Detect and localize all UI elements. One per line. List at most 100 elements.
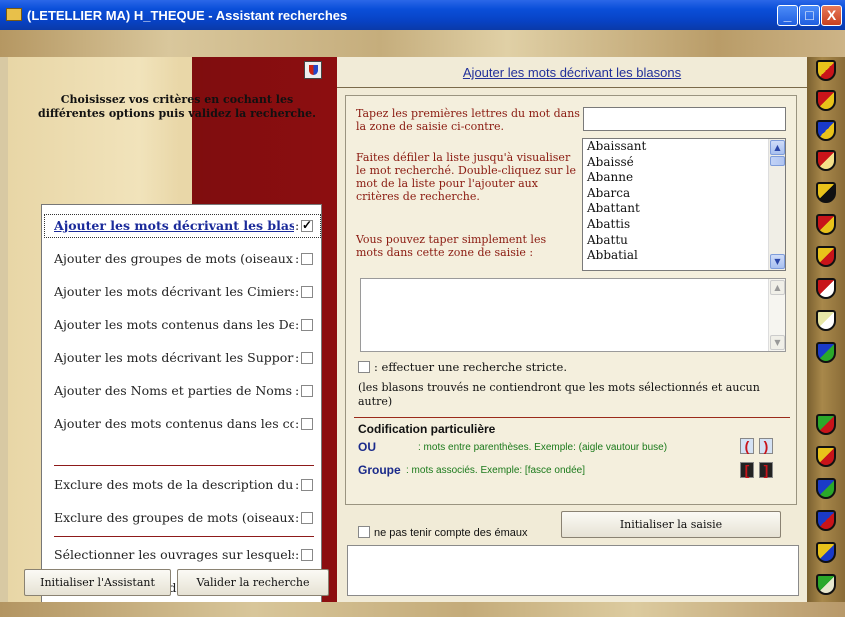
option-label[interactable]: Exclure des mots de la description du: [54, 477, 294, 492]
ignore-enamels-option[interactable]: ne pas tenir compte des émaux: [358, 526, 527, 539]
option-row[interactable]: Ajouter des mots contenus dans les comme…: [42, 410, 323, 438]
option-checkbox[interactable]: [301, 549, 313, 561]
scroll-up-icon[interactable]: ▲: [770, 140, 785, 155]
scroll-down-icon[interactable]: ▼: [770, 254, 785, 269]
option-label[interactable]: Ajouter les mots décrivant les blasons: [54, 218, 294, 233]
list-item[interactable]: Abattu: [583, 233, 785, 249]
list-item[interactable]: Abarca: [583, 186, 785, 202]
scroll-down-icon[interactable]: ▼: [770, 335, 785, 350]
scroll-thumb[interactable]: [770, 156, 785, 166]
list-item[interactable]: Abbatial: [583, 248, 785, 264]
list-scrollbar[interactable]: ▲ ▼: [768, 139, 785, 270]
paren-close-button[interactable]: ): [759, 438, 773, 454]
option-label[interactable]: Sélectionner les ouvrages sur lesquels: [54, 547, 294, 562]
option-label[interactable]: Ajouter des Noms et parties de Noms de: [54, 383, 294, 398]
title-divider: [337, 87, 807, 88]
close-button[interactable]: X: [821, 5, 842, 26]
option-row[interactable]: Exclure des mots de la description du :: [42, 471, 323, 499]
options-list: Ajouter les mots décrivant les blasons :…: [41, 204, 322, 607]
strict-search-option[interactable]: : effectuer une recherche stricte.: [358, 360, 567, 374]
window-title: (LETELLIER MA) H_THEQUE - Assistant rech…: [27, 8, 348, 23]
option-checkbox[interactable]: [301, 385, 313, 397]
option-checkbox[interactable]: [301, 218, 313, 232]
ou-description: : mots entre parenthèses. Exemple: (aigl…: [418, 442, 668, 453]
panel-title: Ajouter les mots décrivant les blasons: [462, 65, 682, 80]
maximize-button[interactable]: □: [799, 5, 820, 26]
option-row[interactable]: Ajouter les mots décrivant les Cimiers :: [42, 278, 323, 306]
scroll-up-icon[interactable]: ▲: [770, 280, 785, 295]
right-panel: Ajouter les mots décrivant les blasons T…: [337, 57, 807, 602]
option-checkbox[interactable]: [301, 286, 313, 298]
bracket-close-button[interactable]: ]: [759, 462, 773, 478]
ignore-enamels-checkbox[interactable]: [358, 526, 370, 538]
option-row[interactable]: Ajouter des Noms et parties de Noms de :: [42, 377, 323, 405]
ignore-enamels-label: ne pas tenir compte des émaux: [374, 527, 528, 539]
minimize-button[interactable]: _: [777, 5, 798, 26]
shield-toolbar: [807, 57, 845, 602]
option-checkbox[interactable]: [301, 512, 313, 524]
instruction-type: Tapez les premières lettres du mot dans …: [356, 107, 580, 133]
paren-open-button[interactable]: (: [740, 438, 754, 454]
validate-search-button[interactable]: Valider la recherche: [177, 569, 329, 596]
shield-yellow-chevron-icon[interactable]: [816, 446, 836, 467]
option-row[interactable]: Exclure des groupes de mots (oiseaux :: [42, 504, 323, 532]
shield-green-quarter-icon[interactable]: [816, 414, 836, 435]
shield-chief-yellow-icon[interactable]: [816, 310, 836, 331]
option-checkbox[interactable]: [301, 479, 313, 491]
instruction-scroll: Faites défiler la liste jusqu'à visualis…: [356, 151, 576, 203]
shield-bend-icon[interactable]: [816, 182, 836, 203]
option-label[interactable]: Ajouter les mots contenus dans les Devis…: [54, 317, 294, 332]
divider: [54, 536, 314, 537]
option-label[interactable]: Ajouter des mots contenus dans les comme…: [54, 416, 294, 431]
list-item[interactable]: Abattis: [583, 217, 785, 233]
shield-r-icon[interactable]: [816, 90, 836, 111]
divider: [354, 417, 790, 418]
option-row[interactable]: Ajouter des groupes de mots (oiseaux :: [42, 245, 323, 273]
strict-checkbox[interactable]: [358, 361, 370, 373]
option-row[interactable]: Ajouter les mots décrivant les blasons :: [42, 212, 323, 240]
shield-chief-red-icon[interactable]: [816, 278, 836, 299]
option-label[interactable]: Ajouter les mots décrivant les Supports: [54, 350, 294, 365]
criteria-output-box[interactable]: [347, 545, 799, 596]
shield-blue-green-icon[interactable]: [816, 342, 836, 363]
option-row[interactable]: Sélectionner les ouvrages sur lesquels :: [42, 541, 323, 569]
option-row[interactable]: Ajouter les mots décrivant les Supports …: [42, 344, 323, 372]
shield-red-gold-icon[interactable]: [816, 150, 836, 171]
shield-green-icon[interactable]: [816, 574, 836, 595]
shield-help-icon[interactable]: [304, 61, 322, 79]
option-row[interactable]: Ajouter les mots contenus dans les Devis…: [42, 311, 323, 339]
word-list[interactable]: Abaissant Abaissé Abanne Abarca Abattant…: [582, 138, 786, 271]
codification-title: Codification particulière: [358, 422, 496, 436]
bracket-open-button[interactable]: [: [740, 462, 754, 478]
wood-bottom-bar: [0, 602, 845, 617]
option-checkbox[interactable]: [301, 319, 313, 331]
reset-input-button[interactable]: Initialiser la saisie: [561, 511, 781, 538]
list-item[interactable]: Abaissé: [583, 155, 785, 171]
shield-quartered-icon[interactable]: [816, 120, 836, 141]
list-item[interactable]: Abaissant: [583, 139, 785, 155]
app-icon: [6, 8, 22, 21]
word-search-input[interactable]: [583, 107, 786, 131]
shield-a-icon[interactable]: [816, 60, 836, 81]
reset-assistant-button[interactable]: Initialiser l'Assistant: [24, 569, 171, 596]
option-checkbox[interactable]: [301, 418, 313, 430]
option-label[interactable]: Ajouter les mots décrivant les Cimiers: [54, 284, 294, 299]
intro-text: Choisissez vos critères en cochant les d…: [38, 93, 316, 120]
list-item[interactable]: Abanne: [583, 170, 785, 186]
divider: [54, 465, 314, 466]
textarea-scrollbar[interactable]: ▲ ▼: [768, 279, 785, 351]
shield-pale-icon[interactable]: [816, 246, 836, 267]
option-label[interactable]: Exclure des groupes de mots (oiseaux: [54, 510, 294, 525]
free-text-area[interactable]: ▲ ▼: [360, 278, 786, 352]
option-label[interactable]: Ajouter des groupes de mots (oiseaux: [54, 251, 294, 266]
title-bar: (LETELLIER MA) H_THEQUE - Assistant rech…: [0, 0, 845, 30]
list-item[interactable]: Abattant: [583, 201, 785, 217]
left-panel: Choisissez vos critères en cochant les d…: [8, 57, 337, 607]
shield-stripes-icon[interactable]: [816, 214, 836, 235]
option-checkbox[interactable]: [301, 253, 313, 265]
shield-blue-pale-icon[interactable]: [816, 478, 836, 499]
instruction-free: Vous pouvez taper simplement les mots da…: [356, 233, 547, 259]
shield-blue-red-icon[interactable]: [816, 510, 836, 531]
option-checkbox[interactable]: [301, 352, 313, 364]
shield-yellow-red-icon[interactable]: [816, 542, 836, 563]
